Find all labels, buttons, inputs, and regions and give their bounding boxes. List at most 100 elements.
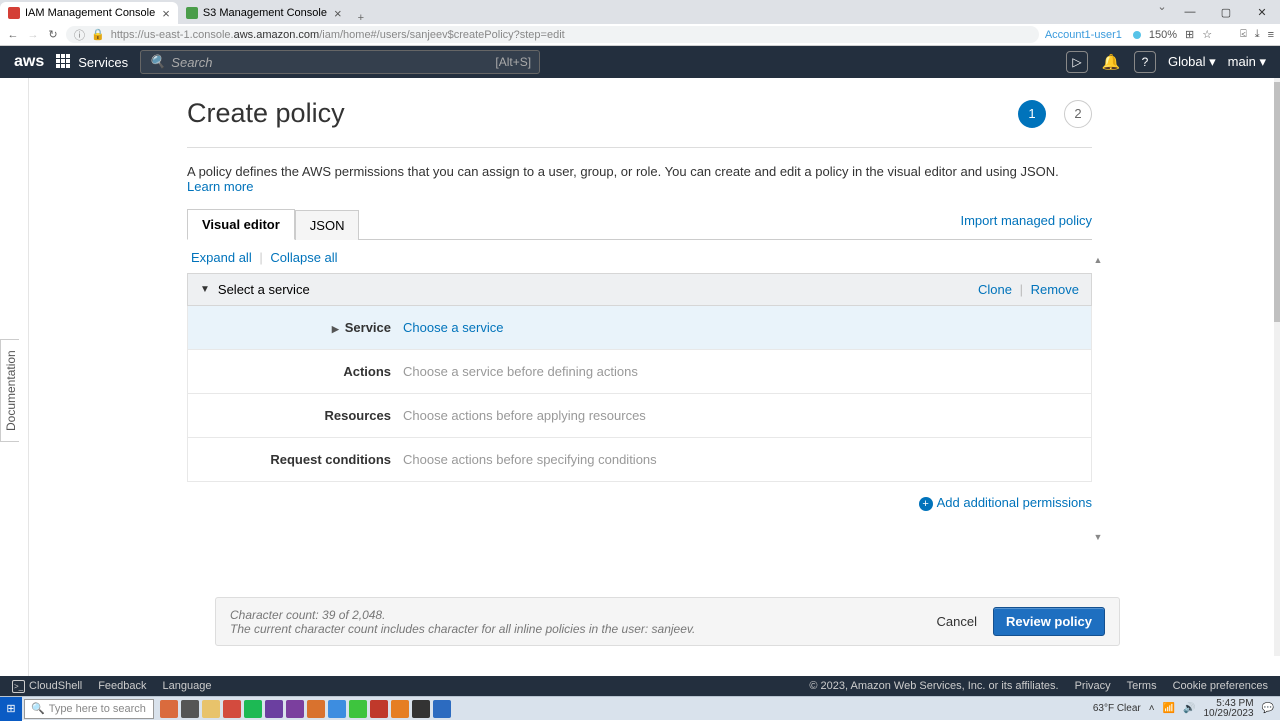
taskbar-app-icon[interactable] <box>307 700 325 718</box>
section-header[interactable]: ▼ Select a service Clone | Remove <box>187 273 1092 306</box>
maximize-button[interactable]: ▢ <box>1208 0 1244 24</box>
import-managed-policy-link[interactable]: Import managed policy <box>960 213 1092 234</box>
resources-label: Resources <box>188 408 403 423</box>
clock[interactable]: 5:43 PM10/29/2023 <box>1203 699 1253 719</box>
aws-header: aws Services 🔍 Search [Alt+S] ▷ 🔔 ? Glob… <box>0 46 1280 78</box>
taskbar-app-icon[interactable] <box>412 700 430 718</box>
browser-tab-s3[interactable]: S3 Management Console × <box>178 2 350 24</box>
window-controls: ⌄ — ▢ ✕ <box>1152 0 1280 24</box>
services-menu[interactable]: Services <box>56 54 128 70</box>
close-tab-icon[interactable]: × <box>334 6 342 21</box>
collapse-all-link[interactable]: Collapse all <box>270 250 337 265</box>
step-1[interactable]: 1 <box>1018 100 1046 128</box>
menu-icon[interactable]: ≡ <box>1268 29 1274 41</box>
choose-service-link[interactable]: Choose a service <box>403 320 503 335</box>
taskbar-app-icon[interactable] <box>391 700 409 718</box>
footer-action-bar: Character count: 39 of 2,048. The curren… <box>215 597 1120 646</box>
learn-more-link[interactable]: Learn more <box>187 179 253 194</box>
remove-link[interactable]: Remove <box>1031 282 1079 297</box>
extensions-icon[interactable]: ⊞ <box>1185 28 1194 41</box>
help-icon[interactable]: ? <box>1134 51 1156 73</box>
taskbar-app-icon[interactable] <box>265 700 283 718</box>
service-row[interactable]: ▶Service Choose a service <box>187 306 1092 350</box>
language-link[interactable]: Language <box>163 680 212 692</box>
add-permissions-row: +Add additional permissions <box>187 482 1092 524</box>
header-search[interactable]: 🔍 Search [Alt+S] <box>140 50 540 74</box>
copyright-text: © 2023, Amazon Web Services, Inc. or its… <box>809 680 1058 692</box>
expand-all-link[interactable]: Expand all <box>191 250 252 265</box>
caret-right-icon: ▶ <box>332 324 339 334</box>
zoom-level[interactable]: 150% <box>1149 29 1177 41</box>
taskbar-app-icon[interactable] <box>202 700 220 718</box>
taskbar-search[interactable]: 🔍Type here to search <box>24 699 154 719</box>
new-tab-button[interactable]: + <box>350 12 372 24</box>
policy-editor-panel: ▲▼ ▼ Select a service Clone | Remove ▶Se… <box>187 273 1092 524</box>
panel-scrollbar[interactable]: ▲▼ <box>1092 255 1104 542</box>
notifications-icon[interactable]: 🔔 <box>1100 51 1122 73</box>
close-tab-icon[interactable]: × <box>162 6 170 21</box>
search-icon: 🔍 <box>31 702 45 715</box>
browser-tab-iam[interactable]: IAM Management Console × <box>0 2 178 24</box>
page-title: Create policy <box>187 98 345 129</box>
taskbar-app-icon[interactable] <box>223 700 241 718</box>
chevron-down-icon[interactable]: ⌄ <box>1152 0 1172 24</box>
expand-collapse-row: Expand all | Collapse all <box>187 240 1092 273</box>
cloudshell-icon: >_ <box>12 680 25 693</box>
sound-icon[interactable]: 🔊 <box>1183 703 1195 714</box>
tab-title: S3 Management Console <box>203 7 327 19</box>
taskbar-app-icon[interactable] <box>160 700 178 718</box>
taskbar-app-icon[interactable] <box>244 700 262 718</box>
install-icon[interactable]: ⤓ <box>1255 28 1260 41</box>
page-scrollbar[interactable] <box>1274 78 1280 656</box>
notifications-tray-icon[interactable]: 💬 <box>1262 703 1274 714</box>
weather-widget[interactable]: 63°F Clear <box>1093 703 1141 714</box>
conditions-row: Request conditions Choose actions before… <box>187 438 1092 482</box>
taskbar-app-icon[interactable] <box>328 700 346 718</box>
taskbar-app-icon[interactable] <box>370 700 388 718</box>
aws-logo[interactable]: aws <box>14 53 44 71</box>
clone-link[interactable]: Clone <box>978 282 1012 297</box>
site-info-icon[interactable]: ⓘ <box>74 27 85 43</box>
reload-button[interactable]: ↻ <box>46 28 60 42</box>
section-title: Select a service <box>218 282 310 297</box>
reader-icon[interactable]: ⍃ <box>1240 28 1247 41</box>
user-menu[interactable]: main ▾ <box>1228 54 1266 70</box>
tab-json[interactable]: JSON <box>295 210 360 240</box>
actions-label: Actions <box>188 364 403 379</box>
privacy-link[interactable]: Privacy <box>1075 680 1111 692</box>
taskbar-app-icon[interactable] <box>286 700 304 718</box>
caret-down-icon: ▼ <box>200 284 210 295</box>
region-selector[interactable]: Global ▾ <box>1168 54 1216 70</box>
account-label[interactable]: Account1-user1 <box>1045 29 1122 41</box>
actions-value: Choose a service before defining actions <box>403 364 638 379</box>
browser-address-bar: ← → ↻ ⓘ 🔒 https://us-east-1.console.aws.… <box>0 24 1280 46</box>
bookmark-icon[interactable]: ☆ <box>1202 28 1212 41</box>
app-body: Documentation Create policy 1 2 A policy… <box>0 78 1280 676</box>
add-permissions-link[interactable]: +Add additional permissions <box>919 495 1092 510</box>
start-button[interactable]: ⊞ <box>0 697 22 721</box>
forward-button[interactable]: → <box>26 28 40 42</box>
url-text: https://us-east-1.console.aws.amazon.com… <box>111 29 565 41</box>
tab-visual-editor[interactable]: Visual editor <box>187 209 295 240</box>
taskbar-app-icon[interactable] <box>181 700 199 718</box>
services-label: Services <box>78 55 128 70</box>
cancel-button[interactable]: Cancel <box>937 614 977 629</box>
address-input[interactable]: ⓘ 🔒 https://us-east-1.console.aws.amazon… <box>66 26 1039 43</box>
grid-icon <box>56 54 72 70</box>
cloudshell-link[interactable]: >_CloudShell <box>12 680 82 693</box>
step-2[interactable]: 2 <box>1064 100 1092 128</box>
taskbar-app-icon[interactable] <box>433 700 451 718</box>
terms-link[interactable]: Terms <box>1127 680 1157 692</box>
cookie-link[interactable]: Cookie preferences <box>1173 680 1268 692</box>
documentation-tab[interactable]: Documentation <box>0 339 19 442</box>
conditions-value: Choose actions before specifying conditi… <box>403 452 657 467</box>
back-button[interactable]: ← <box>6 28 20 42</box>
review-policy-button[interactable]: Review policy <box>993 607 1105 636</box>
feedback-link[interactable]: Feedback <box>98 680 146 692</box>
minimize-button[interactable]: — <box>1172 0 1208 24</box>
taskbar-app-icon[interactable] <box>349 700 367 718</box>
tray-chevron-icon[interactable]: ˄ <box>1149 703 1155 714</box>
wifi-icon[interactable]: 📶 <box>1163 703 1175 714</box>
cloudshell-icon[interactable]: ▷ <box>1066 51 1088 73</box>
close-window-button[interactable]: ✕ <box>1244 0 1280 24</box>
